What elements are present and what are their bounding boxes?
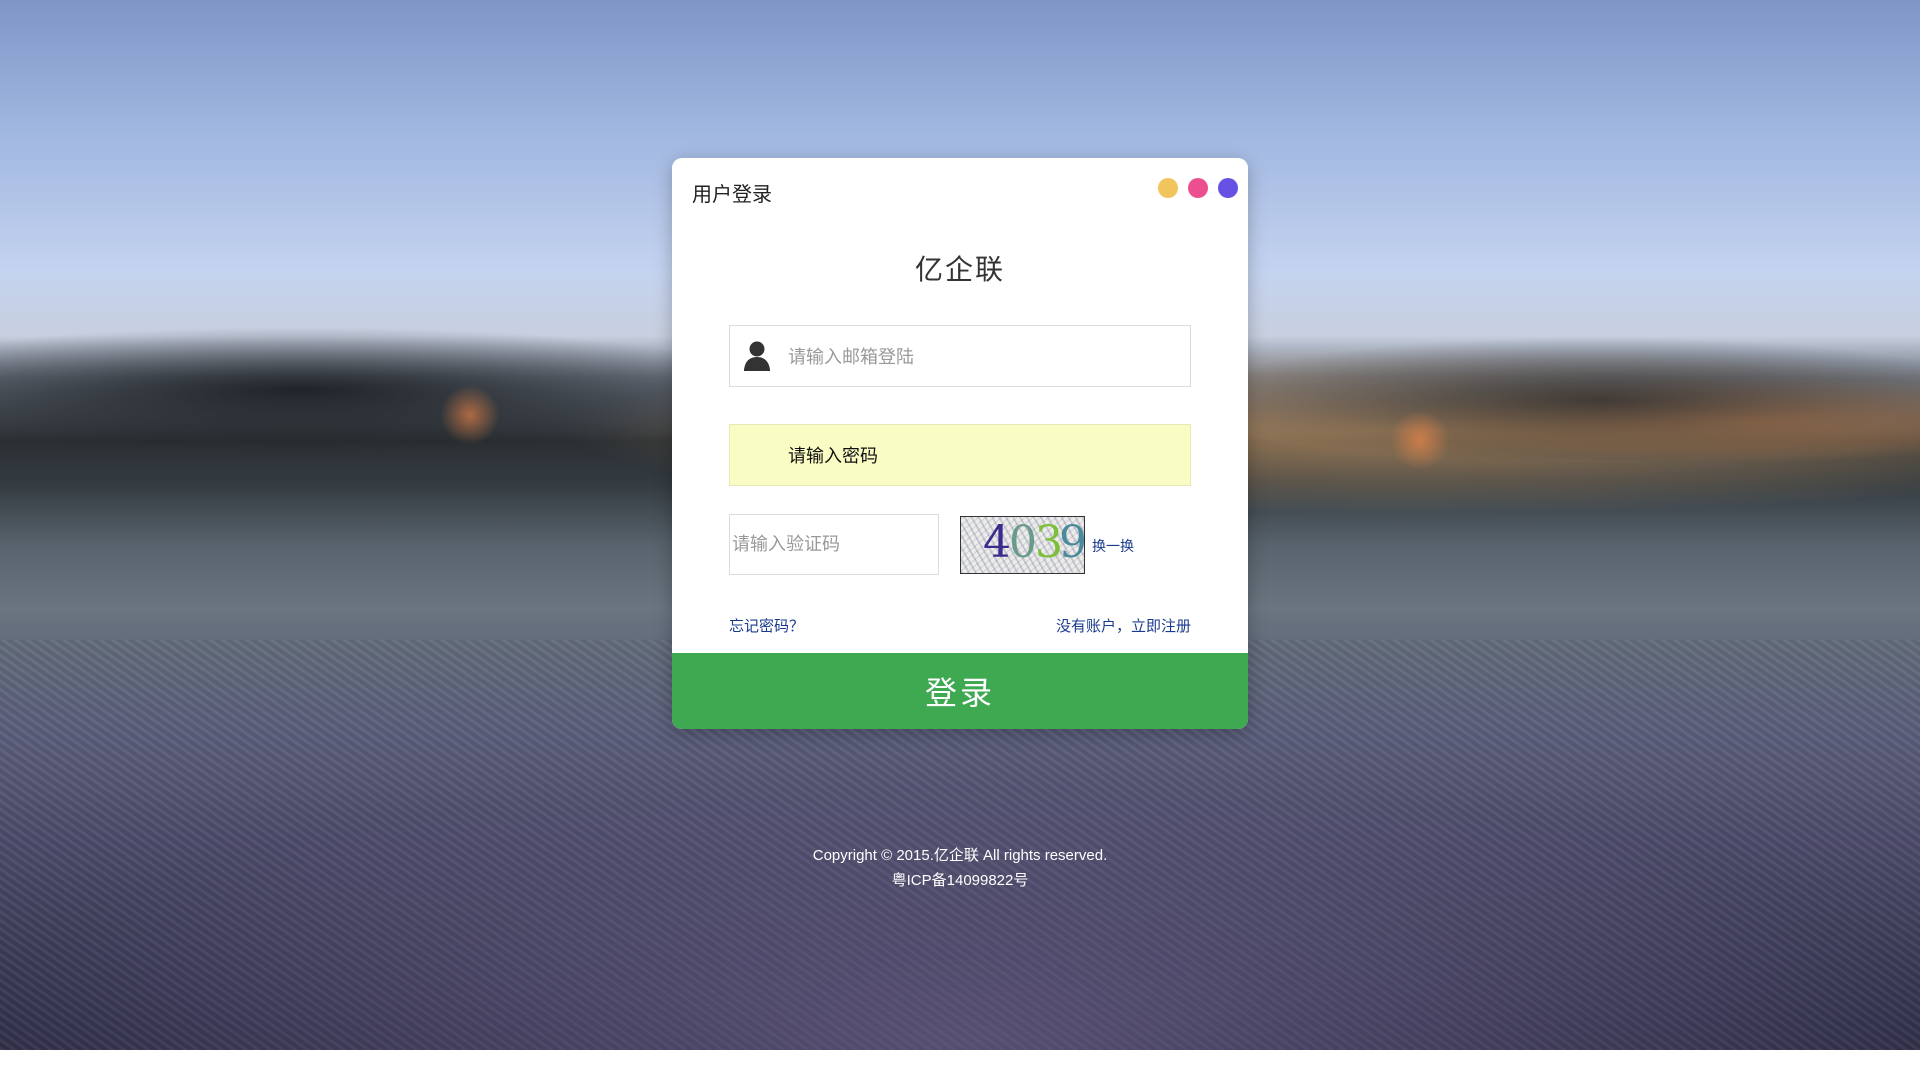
captcha-char: 0 [1009,517,1037,568]
background-light-glow [440,385,500,445]
icp-license-text: 粤ICP备14099822号 [891,872,1029,889]
user-icon [742,340,772,372]
forgot-password-link[interactable]: 忘记密码？ [729,615,804,636]
login-card: 用户登录 亿企联 4 0 3 9 换一换 忘记密码？ 没有账户，立即注册 登录 [672,158,1248,729]
copyright-text: Copyright © 2015.亿企联 All rights reserved… [812,847,1108,864]
email-field[interactable] [729,325,1191,388]
email-input[interactable] [786,326,1170,388]
captcha-char: 9 [1059,517,1085,568]
register-link[interactable]: 没有账户，立即注册 [1056,615,1191,636]
window-control-dots [1158,178,1238,198]
password-input[interactable] [786,425,1170,487]
refresh-captcha-link[interactable]: 换一换 [1092,536,1134,556]
login-window-title: 用户登录 [692,182,772,206]
minimize-dot[interactable] [1158,178,1178,198]
password-field[interactable] [729,424,1191,487]
captcha-input[interactable] [729,514,939,575]
brand-title: 亿企联 [914,253,1005,286]
captcha-char: 4 [983,517,1011,568]
background-light-glow [1390,410,1450,470]
captcha-image[interactable]: 4 0 3 9 [960,516,1085,574]
maximize-dot[interactable] [1188,178,1208,198]
close-dot[interactable] [1218,178,1238,198]
login-button[interactable]: 登录 [672,653,1248,729]
